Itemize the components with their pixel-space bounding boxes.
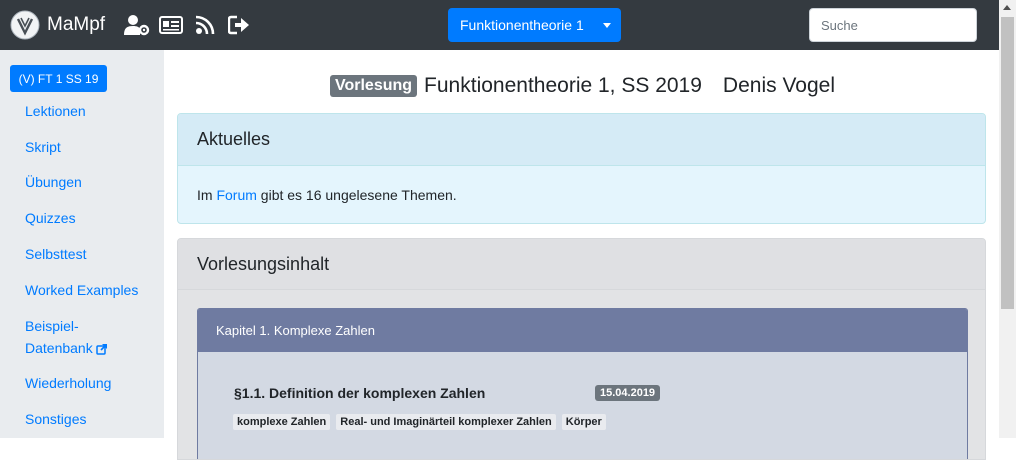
section-date-badge: 15.04.2019 (595, 385, 661, 401)
news-card: Aktuelles Im Forum gibt es 16 ungelesene… (177, 113, 986, 224)
page-title: Vorlesung Funktionentheorie 1, SS 2019 D… (330, 74, 835, 98)
sidebar-item-worked-examples[interactable]: Worked Examples (25, 279, 138, 301)
forum-link[interactable]: Forum (216, 187, 256, 203)
sidebar-item-skript[interactable]: Skript (25, 136, 61, 158)
feed-icon[interactable] (192, 13, 218, 37)
top-navbar: MaMpf Funktionentheorie 1 Suche (0, 0, 999, 50)
tag[interactable]: Real- und Imaginärteil komplexer Zahlen (336, 414, 556, 430)
section-title[interactable]: §1.1. Definition der komplexen Zahlen (234, 385, 485, 401)
sidebar: (V) FT 1 SS 19 Lektionen Skript Übungen … (0, 50, 164, 438)
sidebar-item-quizzes[interactable]: Quizzes (25, 207, 76, 229)
lecture-content-title: Vorlesungsinhalt (178, 239, 985, 290)
course-title: Funktionentheorie 1, SS 2019 (424, 74, 702, 97)
sidebar-item-beispiel-datenbank[interactable]: Beispiel- Datenbank (25, 315, 108, 359)
news-text-suffix: gibt es 16 ungelesene Themen. (256, 187, 457, 203)
sidebar-item-label-2: Datenbank (25, 340, 93, 356)
lecturer-name: Denis Vogel (722, 74, 835, 97)
sidebar-item-lektionen[interactable]: Lektionen (25, 100, 86, 122)
news-card-title: Aktuelles (178, 114, 985, 166)
scroll-up-arrow-icon[interactable] (1003, 5, 1011, 10)
scrollbar-thumb[interactable] (1001, 17, 1014, 309)
sidebar-item-sonstiges[interactable]: Sonstiges (25, 408, 86, 430)
course-select-dropdown[interactable]: Funktionentheorie 1 (448, 8, 621, 42)
vertical-scrollbar[interactable] (999, 0, 1016, 438)
chevron-down-icon (603, 23, 611, 28)
course-select-label: Funktionentheorie 1 (460, 17, 584, 33)
chapter-card: Kapitel 1. Komplexe Zahlen §1.1. Definit… (197, 308, 968, 459)
sidebar-item-wiederholung[interactable]: Wiederholung (25, 372, 111, 394)
brand-home-link[interactable]: MaMpf (10, 10, 105, 40)
sidebar-active-course[interactable]: (V) FT 1 SS 19 (10, 65, 107, 92)
tag[interactable]: komplexe Zahlen (233, 414, 331, 430)
user-gear-icon[interactable] (124, 13, 150, 37)
main-content: Vorlesung Funktionentheorie 1, SS 2019 D… (164, 50, 999, 460)
sidebar-item-uebungen[interactable]: Übungen (25, 171, 82, 193)
external-link-icon (95, 344, 107, 355)
sidebar-item-label: Beispiel- (25, 318, 79, 334)
search-input[interactable] (809, 8, 977, 42)
chapter-title[interactable]: Kapitel 1. Komplexe Zahlen (198, 309, 967, 352)
tag[interactable]: Körper (561, 414, 606, 430)
sidebar-item-selbsttest[interactable]: Selbsttest (25, 243, 86, 265)
lecture-type-badge: Vorlesung (330, 75, 418, 97)
brand-name: MaMpf (47, 14, 106, 35)
news-text: Im Forum gibt es 16 ungelesene Themen. (197, 187, 457, 203)
news-text-prefix: Im (197, 187, 217, 203)
id-card-icon[interactable] (158, 13, 184, 37)
mampf-logo-icon (10, 10, 40, 40)
section-tags: komplexe Zahlen Real- und Imaginärteil k… (233, 414, 612, 430)
sign-out-icon[interactable] (226, 13, 252, 37)
